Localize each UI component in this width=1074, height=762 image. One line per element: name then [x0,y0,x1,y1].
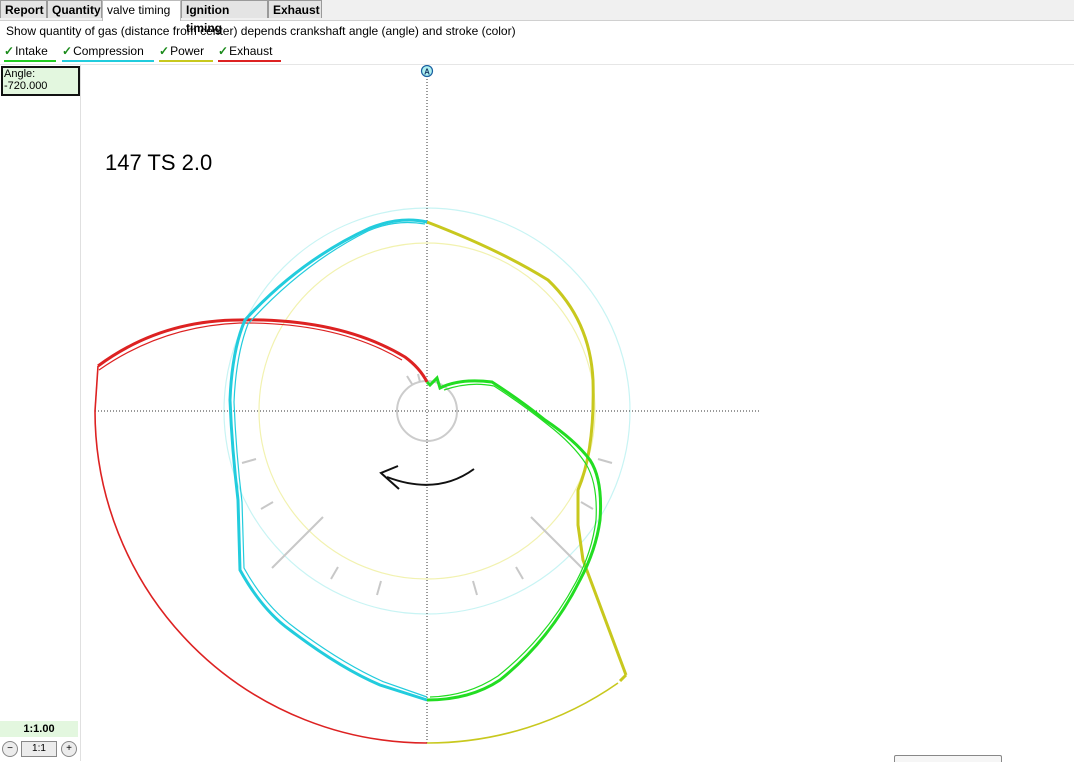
exhaust-arm-lower [94,365,99,412]
compression-curve [228,218,428,702]
chart-description: Show quantity of gas (distance from cent… [6,24,516,38]
checkmark-icon: ✓ [62,44,73,58]
chart-title: 147 TS 2.0 [105,150,213,175]
center-circle [396,380,458,442]
legend-item-intake[interactable]: ✓Intake [4,43,56,62]
tab-exhaust[interactable]: Exhaust [268,0,322,18]
tab-quantity[interactable]: Quantity [47,0,102,18]
series-power [426,220,628,744]
tab-ignition-timing[interactable]: Ignition timing [181,0,268,35]
legend-label: Exhaust [229,44,273,58]
legend-label: Intake [15,44,48,58]
power-drop [618,673,628,683]
zoom-in-button[interactable]: + [61,741,77,757]
power-outer-arc [426,682,619,744]
angle-label: Angle: [4,68,36,80]
legend-item-exhaust[interactable]: ✓Exhaust [218,43,281,62]
checkmark-icon: ✓ [4,44,15,58]
series-compression [228,218,428,702]
tab-valve-timing[interactable]: valve timing [102,0,181,21]
guide-circle-inner [258,242,596,580]
exhaust-outer-arc [94,410,428,744]
zoom-reset-button[interactable]: 1:1 [21,741,57,757]
tab-bar: Report Quantity valve timing Ignition ti… [0,0,1074,35]
intake-curve-trace [429,383,597,698]
rotation-arrow [386,468,475,486]
legend-label: Power [170,44,205,58]
legend-item-power[interactable]: ✓Power [159,43,213,62]
marker-a-label: A [424,68,430,77]
checkmark-icon: ✓ [218,44,229,58]
legend-item-compression[interactable]: ✓Compression [62,43,154,62]
angle-value: -720.000 [4,80,48,92]
exhaust-curve [97,318,429,383]
plus-circle-icon: + [66,743,72,754]
minus-circle-icon: − [7,743,13,754]
legend-label: Compression [73,44,144,58]
zoom-out-button[interactable]: − [2,741,18,757]
angle-readout: Angle: -720.000 [1,66,80,96]
compression-curve-trace [233,221,428,698]
checkmark-icon: ✓ [159,44,170,58]
polar-chart: A [94,65,760,744]
left-panel: Angle: -720.000 1:1.00 − 1:1 + [0,65,81,761]
zoom-level: 1:1.00 [0,721,78,737]
exhaust-curve-trace [98,322,403,371]
tab-report[interactable]: Report [0,0,47,18]
power-curve [426,220,628,676]
